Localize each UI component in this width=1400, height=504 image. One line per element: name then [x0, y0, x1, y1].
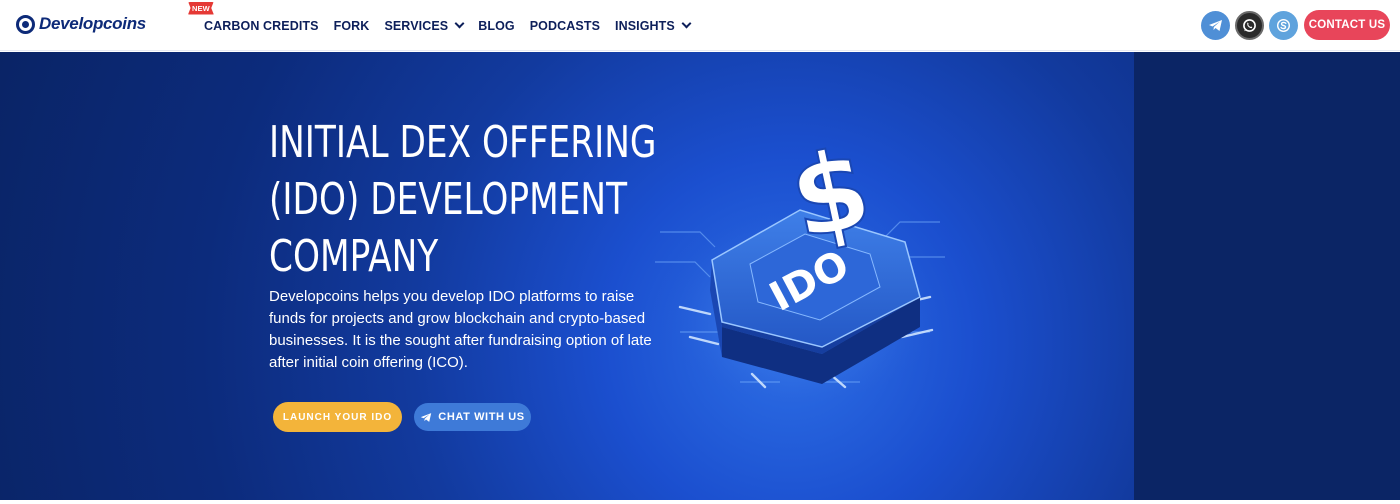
social-links [1201, 11, 1298, 40]
nav-item-label: BLOG [478, 18, 515, 33]
nav-item-label: CARBON CREDITS [204, 18, 319, 33]
nav-item-label: SERVICES [384, 18, 449, 33]
section-divider [0, 500, 1400, 504]
telegram-icon[interactable] [1201, 11, 1230, 40]
whatsapp-icon[interactable] [1235, 11, 1264, 40]
chat-with-us-button[interactable]: CHAT WITH US [414, 403, 531, 431]
launch-ido-button[interactable]: LAUNCH YOUR IDO [273, 402, 402, 432]
hero-title-line: (IDO) DEVELOPMENT [269, 174, 628, 225]
nav-item-fork[interactable]: FORK [334, 19, 370, 33]
hero-title: INITIAL DEX OFFERING (IDO) DEVELOPMENT C… [269, 114, 657, 285]
hero-title-line: COMPANY [269, 231, 439, 282]
ido-illustration: IDO $ [650, 122, 950, 402]
brand-logo[interactable]: Developcoins [16, 14, 146, 34]
main-nav: NEW CARBON CREDITS FORK SERVICES BLOG PO… [188, 0, 692, 51]
nav-item-carbon-credits[interactable]: NEW CARBON CREDITS [188, 1, 319, 33]
site-header: Developcoins NEW CARBON CREDITS FORK SER… [0, 0, 1400, 51]
nav-item-label: INSIGHTS [615, 18, 675, 33]
nav-item-podcasts[interactable]: PODCASTS [530, 19, 600, 33]
hero-section: IDO $ INITIAL DEX OFFERING (IDO) DEVELOP… [0, 52, 1400, 500]
brand-name: Developcoins [39, 14, 146, 33]
chevron-down-icon [681, 18, 692, 29]
hero-description: Developcoins helps you develop IDO platf… [269, 288, 652, 371]
skype-icon[interactable] [1269, 11, 1298, 40]
chat-button-label: CHAT WITH US [438, 411, 525, 423]
contact-us-button[interactable]: CONTACT US [1304, 10, 1390, 40]
telegram-icon [421, 412, 432, 422]
nav-item-label: FORK [333, 18, 370, 33]
chevron-down-icon [454, 18, 465, 29]
new-badge: NEW [188, 1, 214, 15]
hero-side-panel [1134, 52, 1400, 500]
nav-item-services[interactable]: SERVICES [384, 18, 465, 33]
nav-item-label: PODCASTS [529, 18, 601, 33]
nav-item-blog[interactable]: BLOG [478, 19, 515, 33]
logo-mark-icon [16, 14, 35, 34]
nav-item-insights[interactable]: INSIGHTS [615, 18, 692, 33]
hero-title-line: INITIAL DEX OFFERING [269, 117, 657, 168]
